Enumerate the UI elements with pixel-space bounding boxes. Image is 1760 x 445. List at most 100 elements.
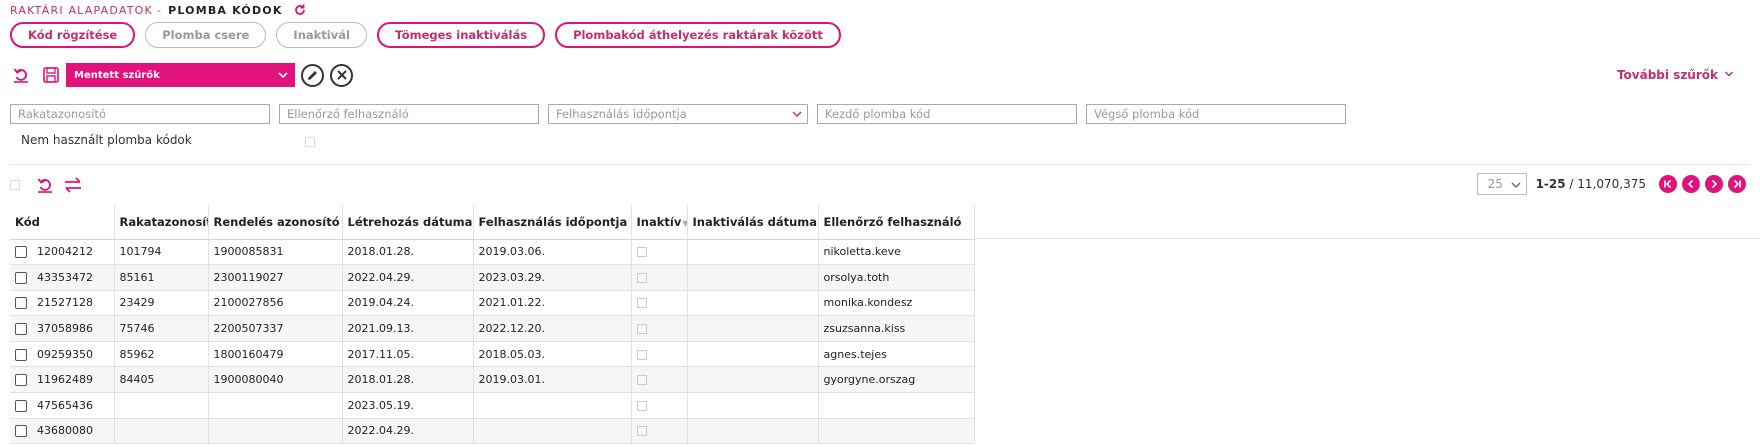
- seal-codes-table: Kód Rakatazonosító Rendelés azonosító Lé…: [10, 205, 975, 445]
- chevron-down-icon: [791, 108, 803, 123]
- unused-seal-codes-label: Nem használt plomba kódok: [21, 133, 192, 147]
- cell-letrehozas: 2019.04.24.: [342, 290, 474, 317]
- table-row[interactable]: 21527128 23429 2100027856 2019.04.24. 2021.0…: [10, 290, 975, 317]
- action-bar: Kód rögzítése Plomba csere Inaktivál Töm…: [10, 22, 841, 48]
- saved-filters-select[interactable]: Mentett szűrők: [66, 63, 295, 87]
- inactive-checkbox: [636, 426, 647, 437]
- row-checkbox[interactable]: [15, 348, 27, 361]
- cell-inaktiv: [631, 315, 688, 342]
- pagination-range: 1-25 / 11,070,375: [1536, 177, 1646, 191]
- more-filters-toggle[interactable]: További szűrők: [1617, 68, 1734, 82]
- cell-kod: 37058986: [10, 315, 115, 342]
- seal-code: 37058986: [37, 322, 93, 336]
- cell-felhasznalas: [473, 392, 632, 419]
- col-header-kod[interactable]: Kód: [10, 205, 115, 240]
- reset-filters-icon[interactable]: [10, 64, 32, 86]
- start-seal-code-input[interactable]: Kezdő plomba kód: [817, 104, 1077, 124]
- cell-kod: 21527128: [10, 290, 115, 317]
- page-size-select[interactable]: 25: [1476, 173, 1527, 195]
- cell-inakt-datum: [687, 341, 819, 368]
- first-page-button[interactable]: [1659, 175, 1677, 193]
- col-header-felhasznalas[interactable]: Felhasználás időpontja: [473, 205, 632, 240]
- unused-seal-codes-checkbox[interactable]: [305, 137, 315, 147]
- reset-grid-icon[interactable]: [34, 174, 56, 196]
- table-row[interactable]: 43353472 85161 2300119027 2022.04.29. 2023.0…: [10, 264, 975, 291]
- cell-kod: 11962489: [10, 366, 115, 394]
- inactive-checkbox: [636, 247, 647, 258]
- cell-ellenorzo: zsuzsanna.kiss: [818, 315, 975, 342]
- cell-rendeles: 2200507337: [208, 315, 343, 342]
- col-header-inaktiv[interactable]: Inaktív▼: [631, 205, 688, 240]
- seal-code: 43353472: [37, 270, 93, 284]
- ellenorzo-user-input[interactable]: Ellenőrző felhasználó: [279, 104, 539, 124]
- cell-rendeles: 2300119027: [208, 264, 343, 291]
- cell-rakat: 84405: [114, 366, 209, 394]
- row-checkbox[interactable]: [15, 323, 27, 336]
- cell-inaktiv: [631, 392, 688, 419]
- range-current: 1-25: [1535, 177, 1566, 191]
- end-seal-code-input[interactable]: Végső plomba kód: [1086, 104, 1346, 124]
- cell-ellenorzo: monika.kondesz: [818, 290, 975, 317]
- cell-rendeles: [208, 418, 343, 445]
- col-header-inaktivalas[interactable]: Inaktiválás dátuma: [687, 205, 819, 240]
- cell-felhasznalas: [473, 418, 632, 445]
- record-code-button[interactable]: Kód rögzítése: [10, 22, 136, 48]
- next-page-button[interactable]: [1705, 175, 1723, 193]
- seal-code: 47565436: [37, 398, 93, 412]
- row-checkbox[interactable]: [15, 425, 27, 438]
- seal-replace-button[interactable]: Plomba csere: [145, 22, 267, 48]
- swap-columns-icon[interactable]: [62, 174, 84, 196]
- usage-time-placeholder: Felhasználás időpontja: [556, 107, 687, 121]
- usage-time-select[interactable]: Felhasználás időpontja: [548, 104, 808, 124]
- cell-rakat: 23429: [114, 290, 209, 317]
- cell-letrehozas: 2023.05.19.: [342, 392, 474, 419]
- rakatazonosito-input[interactable]: Rakatazonosító: [10, 104, 270, 124]
- cell-letrehozas: 2018.01.28.: [342, 239, 474, 266]
- table-row[interactable]: 11962489 84405 1900080040 2018.01.28. 2019.0…: [10, 366, 975, 394]
- table-row[interactable]: 37058986 75746 2200507337 2021.09.13. 2022.1…: [10, 315, 975, 342]
- row-checkbox[interactable]: [15, 374, 27, 387]
- chevron-down-icon: [1510, 179, 1522, 194]
- seal-code: 09259350: [37, 347, 93, 361]
- row-checkbox[interactable]: [15, 399, 27, 412]
- save-filter-icon[interactable]: [40, 64, 62, 86]
- move-seal-code-button[interactable]: Plombakód áthelyezés raktárak között: [555, 22, 841, 48]
- cell-rakat: 75746: [114, 315, 209, 342]
- delete-filter-button[interactable]: [330, 63, 353, 87]
- cell-kod: 43680080: [10, 418, 115, 445]
- seal-code: 21527128: [37, 296, 93, 310]
- last-page-button[interactable]: [1728, 175, 1746, 193]
- refresh-icon[interactable]: [293, 3, 307, 17]
- table-row[interactable]: 09259350 85962 1800160479 2017.11.05. 2018.0…: [10, 341, 975, 368]
- cell-ellenorzo: agnes.tejes: [818, 341, 975, 368]
- table-row[interactable]: 43680080 2022.04.29.: [10, 418, 975, 445]
- select-all-checkbox[interactable]: [10, 180, 20, 190]
- cell-inaktiv: [631, 264, 688, 291]
- bulk-inactivate-button[interactable]: Tömeges inaktiválás: [376, 22, 546, 48]
- cell-ellenorzo: [818, 392, 975, 419]
- row-checkbox[interactable]: [15, 297, 27, 310]
- table-row[interactable]: 47565436 2023.05.19.: [10, 392, 975, 419]
- cell-ellenorzo: nikoletta.keve: [818, 239, 975, 266]
- cell-inakt-datum: [687, 392, 819, 419]
- col-header-ellenorzo[interactable]: Ellenőrző felhasználó: [818, 205, 975, 240]
- seal-code: 43680080: [37, 424, 93, 438]
- breadcrumb-separator: -: [156, 3, 163, 17]
- cell-rendeles: 1900085831: [208, 239, 343, 266]
- inactivate-button[interactable]: Inaktivál: [276, 22, 367, 48]
- row-checkbox[interactable]: [15, 246, 27, 259]
- prev-page-button[interactable]: [1682, 175, 1700, 193]
- cell-rakat: [114, 392, 209, 419]
- table-row[interactable]: 12004212 101794 1900085831 2018.01.28. 2019.…: [10, 239, 975, 266]
- cell-inakt-datum: [687, 418, 819, 445]
- cell-ellenorzo: gyorgyne.orszag: [818, 366, 975, 394]
- table-header: Kód Rakatazonosító Rendelés azonosító Lé…: [10, 205, 975, 240]
- edit-filter-button[interactable]: [301, 63, 324, 87]
- col-header-letrehozas[interactable]: Létrehozás dátuma: [342, 205, 474, 240]
- cell-felhasznalas: 2018.05.03.: [473, 341, 632, 368]
- col-header-rendeles[interactable]: Rendelés azonosító: [208, 205, 343, 240]
- row-checkbox[interactable]: [15, 271, 27, 284]
- col-header-rakatazonosito[interactable]: Rakatazonosító: [114, 205, 209, 240]
- breadcrumb-parent[interactable]: RAKTÁRI ALAPADATOK: [10, 4, 153, 17]
- cell-kod: 47565436: [10, 392, 115, 419]
